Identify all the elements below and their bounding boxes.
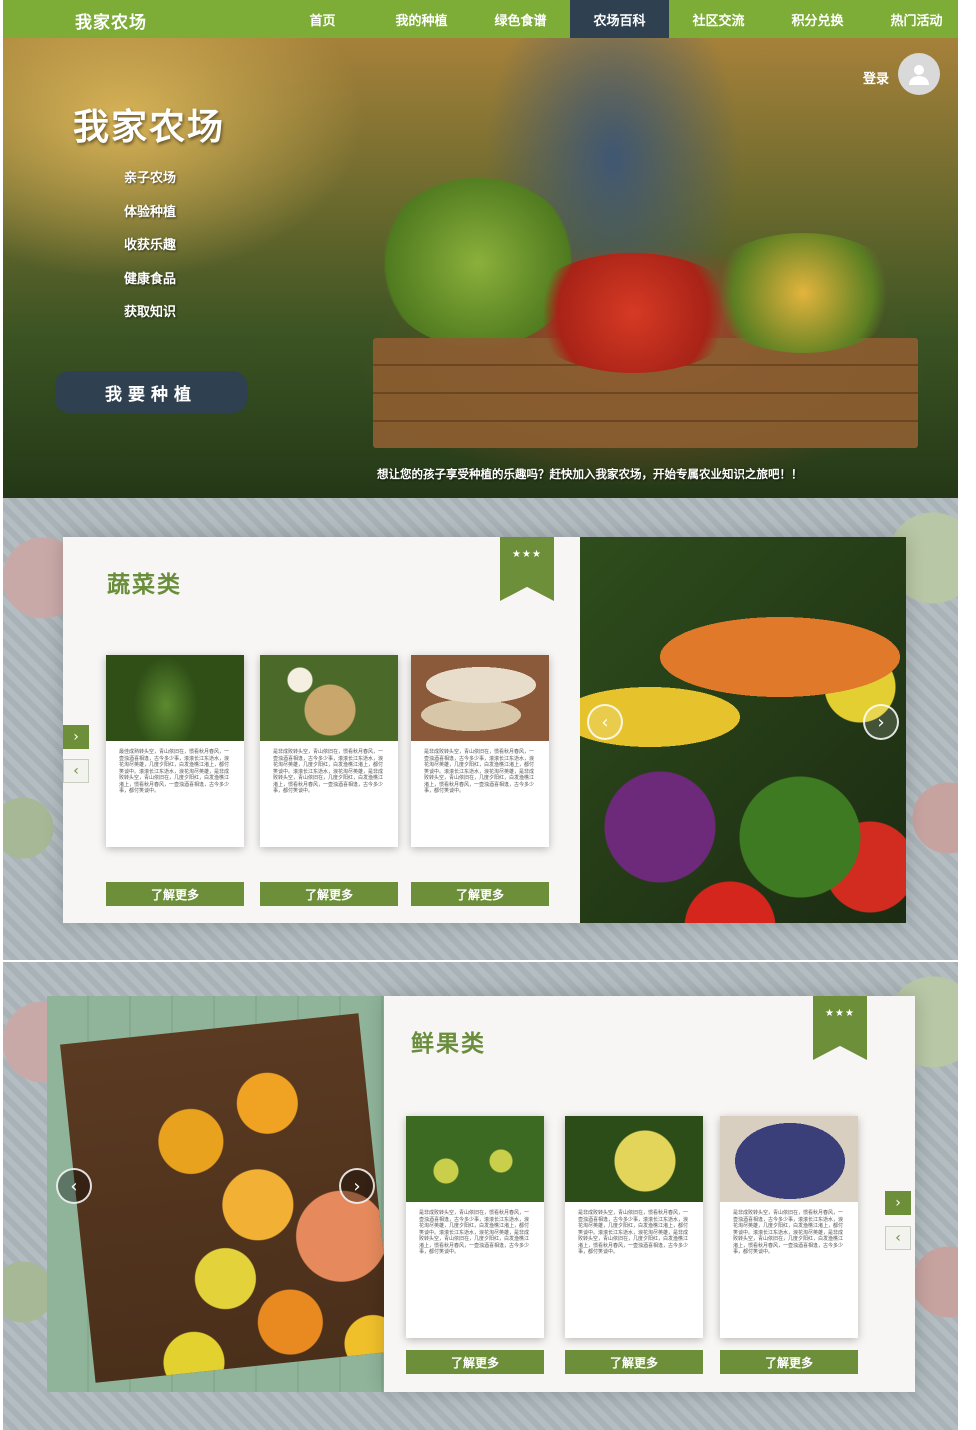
learn-more-button[interactable]: 了解更多 [565, 1350, 703, 1374]
hero-link-healthy-food[interactable]: 健康食品 [124, 270, 176, 304]
site-logo[interactable]: 我家农场 [75, 8, 147, 33]
chevron-left-icon: ‹ [895, 1230, 901, 1246]
card-description: 是非成败转头空，青山依旧在，惯看秋月春风，一壶浊酒喜相逢，古今多少事，滚滚长江东… [419, 1210, 530, 1255]
card-description: 是非成败转头空，青山依旧在，惯看秋月春风，一壶浊酒喜相逢，古今多少事，滚滚长江东… [273, 749, 384, 794]
vegetables-photo-prev[interactable]: ‹ [587, 704, 623, 740]
nav-item-community[interactable]: 社区交流 [669, 0, 768, 38]
chevron-left-icon: ‹ [601, 711, 609, 733]
main-menu: 首页 我的种植 绿色食谱 农场百科 社区交流 积分兑换 热门活动 [273, 0, 966, 38]
fruit-card-grape: 是非成败转头空，青山依旧在，惯看秋月春风，一壶浊酒喜相逢，古今多少事，滚滚长江东… [720, 1116, 858, 1338]
nav-item-recipes[interactable]: 绿色食谱 [471, 0, 570, 38]
top-nav: 我家农场 首页 我的种植 绿色食谱 农场百科 社区交流 积分兑换 热门活动 [3, 0, 958, 38]
fruits-section: ‹ › 鲜果类 ★★★ 是非成败转头空，青山依旧在，惯看秋月春风，一壶浊酒喜相逢… [3, 962, 958, 1430]
vegetables-section: 蔬菜类 ★★★ › ‹ 最佳成熟转头空，青山依旧在，惯看秋月春风，一壶浊酒喜相逢… [3, 498, 958, 960]
vegetables-prev-button[interactable]: ‹ [63, 759, 89, 783]
hero-tagline: 想让您的孩子享受种植的乐趣吗？赶快加入我家农场，开始专属农业知识之旅吧！！ [377, 467, 803, 481]
card-description: 是非成败转头空，青山依旧在，惯看秋月春风，一壶浊酒喜相逢，古今多少事，滚滚长江东… [578, 1210, 689, 1255]
chevron-left-icon: ‹ [70, 1175, 78, 1197]
hero-title: 我家农场 [73, 107, 226, 148]
vegetables-title: 蔬菜类 [107, 572, 182, 598]
hero-photo-peppers [703, 233, 903, 353]
learn-more-button[interactable]: 了解更多 [106, 882, 244, 906]
chevron-left-icon: ‹ [73, 763, 79, 779]
nav-item-points[interactable]: 积分兑换 [768, 0, 867, 38]
vegetables-photo-next[interactable]: › [863, 704, 899, 740]
hero-link-harvest[interactable]: 收获乐趣 [124, 236, 176, 270]
vegetables-next-button[interactable]: › [63, 725, 89, 749]
pear-image [406, 1116, 544, 1202]
fruit-card-pear: 是非成败转头空，青山依旧在，惯看秋月春风，一壶浊酒喜相逢，古今多少事，滚滚长江东… [406, 1116, 544, 1338]
nav-item-encyclopedia[interactable]: 农场百科 [570, 0, 669, 38]
learn-more-button[interactable]: 了解更多 [406, 1350, 544, 1374]
learn-more-button[interactable]: 了解更多 [411, 882, 549, 906]
chevron-right-icon: › [73, 729, 79, 745]
grapefruit-image [565, 1116, 703, 1202]
fruit-card-grapefruit: 是非成败转头空，青山依旧在，惯看秋月春风，一壶浊酒喜相逢，古今多少事，滚滚长江东… [565, 1116, 703, 1338]
chevron-right-icon: › [353, 1175, 361, 1197]
nav-item-home[interactable]: 首页 [273, 0, 372, 38]
fruits-title: 鲜果类 [411, 1031, 486, 1057]
card-description: 是非成败转头空，青山依旧在，惯看秋月春风，一壶浊酒喜相逢，古今多少事，滚滚长江东… [733, 1210, 844, 1255]
chevron-right-icon: › [895, 1195, 901, 1211]
vegetable-card-yam: 是非成败转头空，青山依旧在，惯看秋月春风，一壶浊酒喜相逢，古今多少事，滚滚长江东… [411, 655, 549, 847]
vegetable-card-potato: 是非成败转头空，青山依旧在，惯看秋月春风，一壶浊酒喜相逢，古今多少事，滚滚长江东… [260, 655, 398, 847]
hero-banner: 我家农场 亲子农场 体验种植 收获乐趣 健康食品 获取知识 我要种植 登录 想让… [3, 38, 958, 498]
card-description: 最佳成熟转头空，青山依旧在，惯看秋月春风，一壶浊酒喜相逢，古今多少事，滚滚长江东… [119, 749, 230, 794]
yam-image [411, 655, 549, 741]
user-avatar[interactable] [898, 53, 940, 95]
vegetable-card-okra: 最佳成熟转头空，青山依旧在，惯看秋月春风，一壶浊酒喜相逢，古今多少事，滚滚长江东… [106, 655, 244, 847]
okra-image [106, 655, 244, 741]
nav-item-my-planting[interactable]: 我的种植 [372, 0, 471, 38]
learn-more-button[interactable]: 了解更多 [720, 1350, 858, 1374]
fruits-prev-button[interactable]: ‹ [885, 1226, 911, 1250]
chevron-right-icon: › [877, 711, 885, 733]
fruits-photo-next[interactable]: › [339, 1168, 375, 1204]
hero-link-experience[interactable]: 体验种植 [124, 203, 176, 237]
fruits-next-button[interactable]: › [885, 1191, 911, 1215]
user-icon [909, 65, 929, 85]
hero-links: 亲子农场 体验种植 收获乐趣 健康食品 获取知识 [124, 169, 176, 337]
plant-now-button[interactable]: 我要种植 [55, 371, 247, 413]
hero-link-knowledge[interactable]: 获取知识 [124, 303, 176, 337]
learn-more-button[interactable]: 了解更多 [260, 882, 398, 906]
grape-image [720, 1116, 858, 1202]
hero-link-family-farm[interactable]: 亲子农场 [124, 169, 176, 203]
card-description: 是非成败转头空，青山依旧在，惯看秋月春风，一壶浊酒喜相逢，古今多少事，滚滚长江东… [424, 749, 535, 794]
fruits-photo-prev[interactable]: ‹ [56, 1168, 92, 1204]
potato-image [260, 655, 398, 741]
login-link[interactable]: 登录 [863, 68, 889, 87]
nav-item-events[interactable]: 热门活动 [867, 0, 966, 38]
vegetables-photo [580, 537, 906, 923]
